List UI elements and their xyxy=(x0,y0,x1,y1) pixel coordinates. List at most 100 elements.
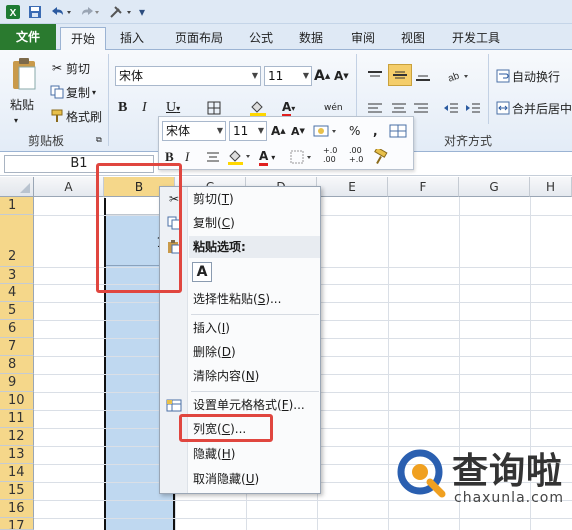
row-header-6[interactable]: 6 xyxy=(0,320,34,338)
menu-item-copy[interactable]: 复制(C) xyxy=(193,212,235,234)
copy-button[interactable]: 复制 ▾ xyxy=(48,82,96,102)
row-header-1[interactable]: 1 xyxy=(0,197,34,215)
merge-icon xyxy=(494,101,512,115)
bold-button[interactable]: B xyxy=(118,98,127,118)
align-middle-icon[interactable] xyxy=(388,64,412,86)
row-header-16[interactable]: 16 xyxy=(0,500,34,518)
menu-item-hide[interactable]: 隐藏(H) xyxy=(193,443,235,465)
tab-data[interactable]: 数据 xyxy=(292,27,330,50)
mini-grow-font-icon[interactable]: A ▲ xyxy=(271,121,286,141)
row-header-8[interactable]: 8 xyxy=(0,356,34,374)
menu-item-clear-contents[interactable]: 清除内容(N) xyxy=(193,365,259,387)
merge-center-button[interactable]: 合并后居中 xyxy=(494,98,572,118)
watermark-url: chaxunla.com xyxy=(454,490,564,506)
fill-color-icon[interactable] xyxy=(248,98,268,118)
row-header-13[interactable]: 13 xyxy=(0,446,34,464)
mini-font-color-button[interactable]: A ▾ xyxy=(259,147,275,167)
align-top-icon[interactable] xyxy=(366,66,384,86)
mini-font-name-combo[interactable]: 宋体 ▼ xyxy=(162,121,226,141)
customize-qat-icon[interactable]: ▾ xyxy=(136,3,148,21)
paste-option-values-button[interactable]: A xyxy=(192,262,212,282)
excel-logo-icon[interactable]: X xyxy=(4,3,22,21)
row-header-3[interactable]: 3 xyxy=(0,267,34,284)
wrap-text-button[interactable]: 自动换行 xyxy=(494,66,560,86)
mini-decrease-decimal-button[interactable]: .00 +.0 xyxy=(349,145,363,165)
dialog-launcher-icon[interactable]: ⧉ xyxy=(96,134,102,146)
col-header-g[interactable]: G xyxy=(459,177,530,197)
mini-format-painter-icon[interactable] xyxy=(389,121,407,141)
row-header-15[interactable]: 15 xyxy=(0,482,34,500)
tab-insert[interactable]: 插入 xyxy=(112,27,152,50)
col-header-h[interactable]: H xyxy=(530,177,572,197)
row-header-10[interactable]: 10 xyxy=(0,392,34,410)
align-center-icon[interactable] xyxy=(390,98,408,118)
col-header-a[interactable]: A xyxy=(34,177,104,197)
mini-number-format-icon[interactable] xyxy=(313,121,339,141)
menu-item-delete[interactable]: 删除(D) xyxy=(193,341,236,363)
menu-item-unhide[interactable]: 取消隐藏(U) xyxy=(193,468,259,490)
mini-increase-decimal-button[interactable]: +.0 .00 xyxy=(323,145,337,165)
quick-access-toolbar: X ▾ xyxy=(0,0,572,24)
menu-item-format-cells[interactable]: 设置单元格格式(F)... xyxy=(193,394,305,416)
increase-indent-icon[interactable] xyxy=(464,98,482,118)
row-header-4[interactable]: 4 xyxy=(0,284,34,302)
redo-icon[interactable] xyxy=(78,3,102,21)
mini-fill-color-icon[interactable] xyxy=(227,147,253,167)
row-header-2[interactable]: 2 xyxy=(0,215,34,267)
row-header-17[interactable]: 17 xyxy=(0,518,34,530)
shrink-font-button[interactable]: A ▼ xyxy=(334,66,349,86)
paste-dropdown-icon[interactable]: ▾ xyxy=(14,110,30,130)
font-name-combo[interactable]: 宋体 ▼ xyxy=(115,66,261,86)
format-painter-button[interactable]: 格式刷 xyxy=(48,106,102,126)
align-right-icon[interactable] xyxy=(412,98,430,118)
phonetic-button[interactable]: wén xyxy=(324,98,343,118)
mini-font-size-combo[interactable]: 11 ▼ xyxy=(229,121,267,141)
tab-home[interactable]: 开始 xyxy=(60,27,106,50)
cut-button[interactable]: ✂ 剪切 xyxy=(48,58,90,78)
menu-item-cut[interactable]: 剪切(T) xyxy=(193,188,234,210)
paste-icon[interactable] xyxy=(6,54,42,96)
italic-button[interactable]: I xyxy=(142,98,147,118)
highlight-box-column-width xyxy=(179,414,273,442)
decrease-indent-icon[interactable] xyxy=(442,98,460,118)
row-header-14[interactable]: 14 xyxy=(0,464,34,482)
underline-button[interactable]: U ▾ xyxy=(166,98,180,118)
mini-shrink-font-icon[interactable]: A ▼ xyxy=(291,121,305,141)
tools-icon[interactable] xyxy=(108,3,134,21)
mini-percent-button[interactable]: % xyxy=(349,121,360,141)
tab-formulas[interactable]: 公式 xyxy=(242,27,280,50)
watermark-brand: 查询啦 xyxy=(452,451,564,492)
row-header-5[interactable]: 5 xyxy=(0,302,34,320)
alignment-group-label: 对齐方式 xyxy=(444,134,493,148)
undo-icon[interactable] xyxy=(48,3,72,21)
watermark: 查询啦 chaxunla.com xyxy=(392,440,572,514)
save-icon[interactable] xyxy=(26,3,44,21)
menu-item-paste-special[interactable]: 选择性粘贴(S)... xyxy=(193,288,281,310)
mini-align-center-icon[interactable] xyxy=(205,147,221,167)
menu-separator xyxy=(191,314,319,315)
tab-file[interactable]: 文件 xyxy=(0,24,56,50)
mini-borders-icon[interactable] xyxy=(289,147,315,167)
row-header-12[interactable]: 12 xyxy=(0,428,34,446)
mini-brush-icon[interactable] xyxy=(373,147,389,167)
font-size-combo[interactable]: 11 ▼ xyxy=(264,66,312,86)
col-header-f[interactable]: F xyxy=(388,177,459,197)
row-header-9[interactable]: 9 xyxy=(0,374,34,392)
borders-icon[interactable] xyxy=(206,98,224,118)
align-left-icon[interactable] xyxy=(366,98,384,118)
align-bottom-icon[interactable] xyxy=(414,66,432,86)
select-all-corner[interactable] xyxy=(0,177,34,197)
menu-item-insert[interactable]: 插入(I) xyxy=(193,317,230,339)
mini-comma-button[interactable]: , xyxy=(373,121,378,141)
mini-italic-button[interactable]: I xyxy=(185,147,189,167)
orientation-icon[interactable]: ab xyxy=(446,66,470,86)
tab-view[interactable]: 视图 xyxy=(394,27,432,50)
grow-font-button[interactable]: A ▲ xyxy=(314,66,330,86)
col-header-e[interactable]: E xyxy=(317,177,388,197)
tab-review[interactable]: 审阅 xyxy=(344,27,382,50)
row-header-11[interactable]: 11 xyxy=(0,410,34,428)
tab-developer[interactable]: 开发工具 xyxy=(444,27,508,50)
tab-page-layout[interactable]: 页面布局 xyxy=(164,27,234,50)
font-color-button[interactable]: A ▾ xyxy=(282,98,295,118)
row-header-7[interactable]: 7 xyxy=(0,338,34,356)
